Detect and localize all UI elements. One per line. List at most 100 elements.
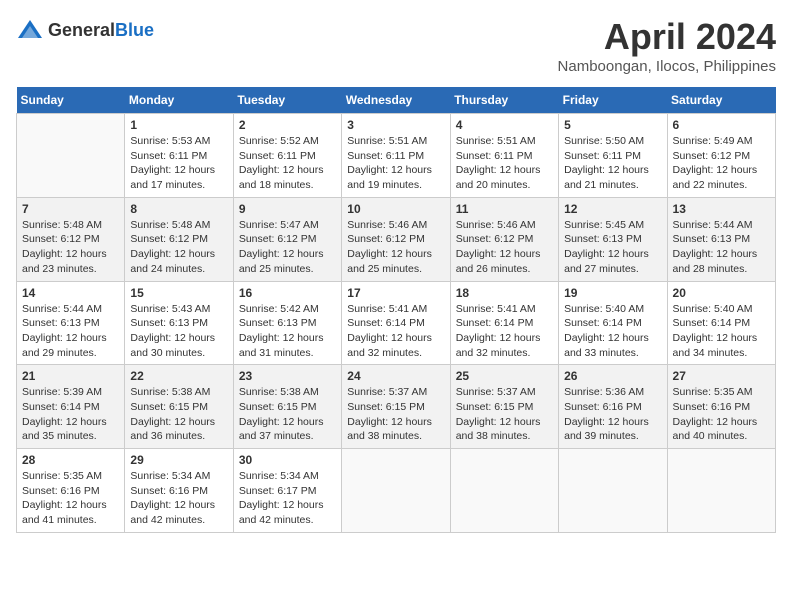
cell-info: Sunrise: 5:38 AMSunset: 6:15 PMDaylight:… — [130, 385, 227, 444]
weekday-header-friday: Friday — [559, 87, 667, 114]
cell-info: Sunrise: 5:36 AMSunset: 6:16 PMDaylight:… — [564, 385, 661, 444]
cell-info: Sunrise: 5:48 AMSunset: 6:12 PMDaylight:… — [130, 218, 227, 277]
day-number: 5 — [564, 118, 661, 132]
weekday-header-sunday: Sunday — [17, 87, 125, 114]
calendar-cell: 16 Sunrise: 5:42 AMSunset: 6:13 PMDayligh… — [233, 281, 341, 365]
calendar-cell — [450, 449, 558, 533]
cell-info: Sunrise: 5:44 AMSunset: 6:13 PMDaylight:… — [673, 218, 770, 277]
calendar-cell: 19 Sunrise: 5:40 AMSunset: 6:14 PMDayligh… — [559, 281, 667, 365]
calendar-cell: 12 Sunrise: 5:45 AMSunset: 6:13 PMDayligh… — [559, 197, 667, 281]
calendar-cell: 22 Sunrise: 5:38 AMSunset: 6:15 PMDayligh… — [125, 365, 233, 449]
calendar-cell: 8 Sunrise: 5:48 AMSunset: 6:12 PMDaylight… — [125, 197, 233, 281]
weekday-header-saturday: Saturday — [667, 87, 775, 114]
cell-info: Sunrise: 5:34 AMSunset: 6:16 PMDaylight:… — [130, 469, 227, 528]
cell-info: Sunrise: 5:44 AMSunset: 6:13 PMDaylight:… — [22, 302, 119, 361]
day-number: 17 — [347, 286, 444, 300]
cell-info: Sunrise: 5:48 AMSunset: 6:12 PMDaylight:… — [22, 218, 119, 277]
calendar-cell — [559, 449, 667, 533]
day-number: 1 — [130, 118, 227, 132]
weekday-header-monday: Monday — [125, 87, 233, 114]
calendar-cell — [17, 114, 125, 198]
cell-info: Sunrise: 5:40 AMSunset: 6:14 PMDaylight:… — [673, 302, 770, 361]
day-number: 30 — [239, 453, 336, 467]
cell-info: Sunrise: 5:41 AMSunset: 6:14 PMDaylight:… — [456, 302, 553, 361]
calendar-week-row: 1Sunrise: 5:53 AMSunset: 6:11 PMDaylight… — [17, 114, 776, 198]
calendar-cell: 4 Sunrise: 5:51 AMSunset: 6:11 PMDaylight… — [450, 114, 558, 198]
calendar-cell: 2 Sunrise: 5:52 AMSunset: 6:11 PMDaylight… — [233, 114, 341, 198]
calendar-cell: 6 Sunrise: 5:49 AMSunset: 6:12 PMDaylight… — [667, 114, 775, 198]
cell-info: Sunrise: 5:41 AMSunset: 6:14 PMDaylight:… — [347, 302, 444, 361]
day-number: 24 — [347, 369, 444, 383]
calendar-cell: 17 Sunrise: 5:41 AMSunset: 6:14 PMDayligh… — [342, 281, 450, 365]
page-header: GeneralBlue April 2024 Namboongan, Iloco… — [16, 16, 776, 75]
day-number: 22 — [130, 369, 227, 383]
cell-info: Sunrise: 5:43 AMSunset: 6:13 PMDaylight:… — [130, 302, 227, 361]
day-number: 26 — [564, 369, 661, 383]
calendar-cell: 18 Sunrise: 5:41 AMSunset: 6:14 PMDayligh… — [450, 281, 558, 365]
cell-info: Sunrise: 5:40 AMSunset: 6:14 PMDaylight:… — [564, 302, 661, 361]
day-number: 19 — [564, 286, 661, 300]
cell-info: Sunrise: 5:34 AMSunset: 6:17 PMDaylight:… — [239, 469, 336, 528]
day-number: 8 — [130, 202, 227, 216]
cell-info: Sunrise: 5:52 AMSunset: 6:11 PMDaylight:… — [239, 134, 336, 193]
calendar-cell: 25 Sunrise: 5:37 AMSunset: 6:15 PMDayligh… — [450, 365, 558, 449]
day-number: 9 — [239, 202, 336, 216]
calendar-week-row: 28Sunrise: 5:35 AMSunset: 6:16 PMDayligh… — [17, 449, 776, 533]
day-number: 6 — [673, 118, 770, 132]
day-number: 4 — [456, 118, 553, 132]
weekday-header-row: SundayMondayTuesdayWednesdayThursdayFrid… — [17, 87, 776, 114]
calendar-cell: 23 Sunrise: 5:38 AMSunset: 6:15 PMDayligh… — [233, 365, 341, 449]
calendar-cell: 9Sunrise: 5:47 AMSunset: 6:12 PMDaylight… — [233, 197, 341, 281]
cell-info: Sunrise: 5:51 AMSunset: 6:11 PMDaylight:… — [456, 134, 553, 193]
cell-info: Sunrise: 5:38 AMSunset: 6:15 PMDaylight:… — [239, 385, 336, 444]
day-number: 18 — [456, 286, 553, 300]
logo-general: General — [48, 20, 115, 40]
cell-info: Sunrise: 5:37 AMSunset: 6:15 PMDaylight:… — [456, 385, 553, 444]
cell-info: Sunrise: 5:45 AMSunset: 6:13 PMDaylight:… — [564, 218, 661, 277]
calendar-cell: 13 Sunrise: 5:44 AMSunset: 6:13 PMDayligh… — [667, 197, 775, 281]
title-area: April 2024 Namboongan, Ilocos, Philippin… — [558, 16, 776, 75]
calendar-week-row: 14Sunrise: 5:44 AMSunset: 6:13 PMDayligh… — [17, 281, 776, 365]
calendar-cell: 27 Sunrise: 5:35 AMSunset: 6:16 PMDayligh… — [667, 365, 775, 449]
day-number: 21 — [22, 369, 119, 383]
calendar-cell: 11Sunrise: 5:46 AMSunset: 6:12 PMDayligh… — [450, 197, 558, 281]
day-number: 12 — [564, 202, 661, 216]
cell-info: Sunrise: 5:39 AMSunset: 6:14 PMDaylight:… — [22, 385, 119, 444]
month-title: April 2024 — [558, 16, 776, 58]
calendar-week-row: 21 Sunrise: 5:39 AMSunset: 6:14 PMDayligh… — [17, 365, 776, 449]
day-number: 13 — [673, 202, 770, 216]
calendar-cell: 7 Sunrise: 5:48 AMSunset: 6:12 PMDaylight… — [17, 197, 125, 281]
cell-info: Sunrise: 5:35 AMSunset: 6:16 PMDaylight:… — [673, 385, 770, 444]
day-number: 27 — [673, 369, 770, 383]
calendar-cell: 15Sunrise: 5:43 AMSunset: 6:13 PMDayligh… — [125, 281, 233, 365]
weekday-header-tuesday: Tuesday — [233, 87, 341, 114]
day-number: 10 — [347, 202, 444, 216]
weekday-header-thursday: Thursday — [450, 87, 558, 114]
calendar-cell — [667, 449, 775, 533]
weekday-header-wednesday: Wednesday — [342, 87, 450, 114]
day-number: 16 — [239, 286, 336, 300]
cell-info: Sunrise: 5:42 AMSunset: 6:13 PMDaylight:… — [239, 302, 336, 361]
day-number: 25 — [456, 369, 553, 383]
calendar-week-row: 7 Sunrise: 5:48 AMSunset: 6:12 PMDaylight… — [17, 197, 776, 281]
day-number: 23 — [239, 369, 336, 383]
calendar-cell: 29 Sunrise: 5:34 AMSunset: 6:16 PMDayligh… — [125, 449, 233, 533]
cell-info: Sunrise: 5:50 AMSunset: 6:11 PMDaylight:… — [564, 134, 661, 193]
day-number: 7 — [22, 202, 119, 216]
day-number: 29 — [130, 453, 227, 467]
calendar-cell: 26 Sunrise: 5:36 AMSunset: 6:16 PMDayligh… — [559, 365, 667, 449]
calendar-cell — [342, 449, 450, 533]
location-title: Namboongan, Ilocos, Philippines — [558, 58, 776, 75]
calendar-cell: 1Sunrise: 5:53 AMSunset: 6:11 PMDaylight… — [125, 114, 233, 198]
day-number: 2 — [239, 118, 336, 132]
calendar-table: SundayMondayTuesdayWednesdayThursdayFrid… — [16, 87, 776, 533]
cell-info: Sunrise: 5:49 AMSunset: 6:12 PMDaylight:… — [673, 134, 770, 193]
calendar-cell: 30 Sunrise: 5:34 AMSunset: 6:17 PMDayligh… — [233, 449, 341, 533]
cell-info: Sunrise: 5:35 AMSunset: 6:16 PMDaylight:… — [22, 469, 119, 528]
calendar-cell: 24Sunrise: 5:37 AMSunset: 6:15 PMDayligh… — [342, 365, 450, 449]
logo: GeneralBlue — [16, 16, 154, 44]
cell-info: Sunrise: 5:51 AMSunset: 6:11 PMDaylight:… — [347, 134, 444, 193]
cell-info: Sunrise: 5:46 AMSunset: 6:12 PMDaylight:… — [456, 218, 553, 277]
logo-icon — [16, 16, 44, 44]
day-number: 3 — [347, 118, 444, 132]
